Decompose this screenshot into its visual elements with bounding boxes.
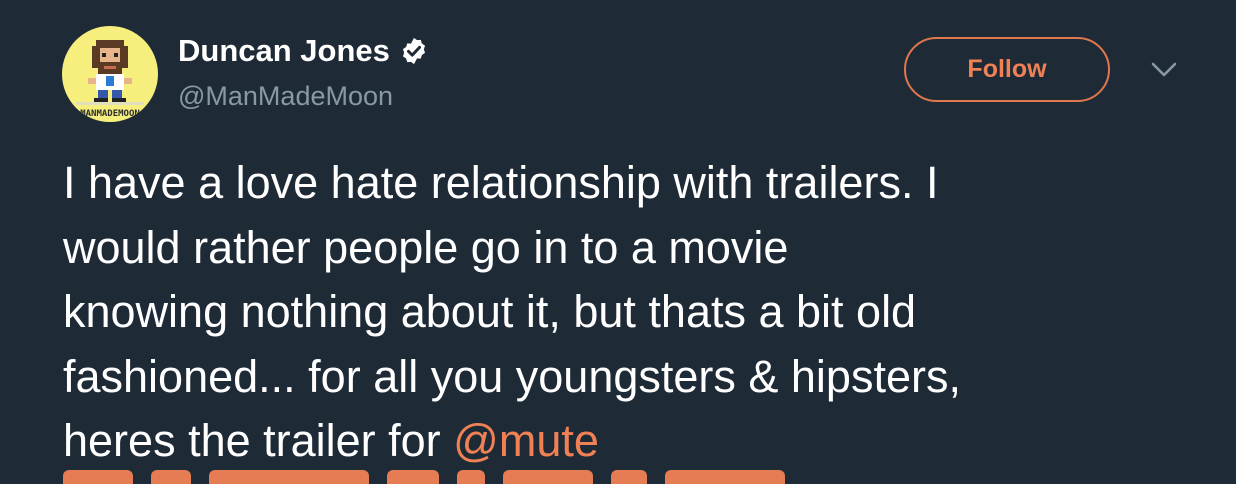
tweet-card: MANMADEMOON Duncan Jones @ManMadeMoon Fo… — [0, 0, 1236, 484]
avatar-text: MANMADEMOON — [80, 109, 140, 119]
tweet-text-line-3: knowing nothing about it, but thats a bi… — [63, 286, 917, 337]
tweet-text-line-5-prefix: heres the trailer for — [63, 415, 454, 466]
avatar[interactable]: MANMADEMOON — [62, 26, 158, 122]
mention-link[interactable]: @mute — [453, 415, 599, 466]
tweet-text-line-2: would rather people go in to a movie — [63, 221, 789, 273]
verified-badge-icon — [402, 37, 425, 65]
tweet-text-line-1: I have a love hate relationship with tra… — [63, 157, 939, 208]
tweet-text-line-4: fashioned... for all you youngsters & hi… — [63, 350, 961, 402]
author-handle[interactable]: @ManMadeMoon — [178, 80, 393, 112]
cropped-link-line[interactable] — [63, 462, 883, 484]
author-name-row: Duncan Jones — [178, 33, 429, 69]
tweet-text: I have a love hate relationship with tra… — [63, 151, 1203, 474]
chevron-down-icon[interactable] — [1149, 60, 1179, 80]
follow-button[interactable]: Follow — [904, 37, 1110, 102]
display-name[interactable]: Duncan Jones — [178, 33, 390, 69]
tweet-text-line-5: heres the trailer for @mute — [63, 415, 599, 466]
